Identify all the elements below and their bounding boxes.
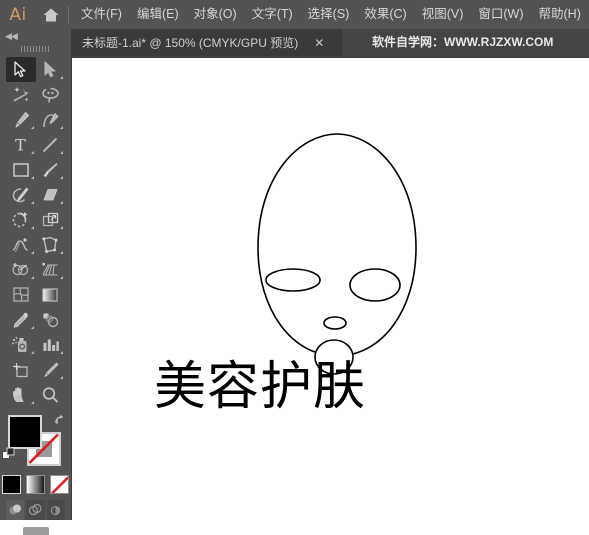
tool-selection[interactable]	[6, 57, 36, 82]
tool-column-graph[interactable]	[36, 332, 66, 357]
drawmode-normal[interactable]	[6, 500, 25, 520]
tool-flyout-indicator	[30, 226, 34, 229]
tool-direct-selection[interactable]	[36, 57, 66, 82]
tool-flyout-indicator	[60, 151, 63, 154]
tool-scale[interactable]	[36, 207, 66, 232]
fillmode-none[interactable]	[50, 475, 69, 494]
menu-effect[interactable]: 效果(C)	[364, 0, 406, 29]
collapse-panel-icon[interactable]: ◀◀	[0, 29, 71, 43]
tool-rectangle[interactable]	[6, 157, 36, 182]
tool-zoom[interactable]	[36, 382, 66, 407]
menu-edit[interactable]: 编辑(E)	[137, 0, 179, 29]
menu-item-list: 文件(F) 编辑(E) 对象(O) 文字(T) 选择(S) 效果(C) 视图(V…	[81, 0, 581, 29]
close-icon[interactable]: ✕	[314, 37, 324, 49]
tool-mesh[interactable]	[6, 282, 36, 307]
tool-gradient[interactable]	[36, 282, 66, 307]
swap-fill-stroke-icon[interactable]	[53, 413, 66, 431]
tool-flyout-indicator	[30, 126, 34, 129]
home-icon[interactable]	[36, 7, 66, 23]
tool-flyout-indicator	[30, 201, 34, 204]
panel-drag-handle[interactable]	[0, 43, 71, 55]
tool-flyout-indicator	[60, 176, 63, 179]
tool-line-segment[interactable]	[36, 132, 66, 157]
tool-flyout-indicator	[30, 276, 34, 279]
tool-rotate[interactable]	[6, 207, 36, 232]
fill-swatch[interactable]	[8, 415, 42, 449]
tool-curvature[interactable]	[36, 107, 66, 132]
tool-flyout-indicator	[60, 76, 63, 79]
left-eye-ellipse	[265, 268, 321, 292]
menu-window[interactable]: 窗口(W)	[478, 0, 523, 29]
fillmode-color[interactable]	[2, 475, 21, 494]
document-tab-bar: 未标题-1.ai* @ 150% (CMYK/GPU 预览) ✕ 软件自学网：W…	[0, 29, 589, 56]
tool-flyout-indicator	[30, 326, 34, 329]
menu-type[interactable]: 文字(T)	[252, 0, 293, 29]
right-eye-ellipse	[349, 268, 401, 302]
tool-perspective-grid[interactable]	[36, 257, 66, 282]
tool-flyout-indicator	[60, 201, 63, 204]
document-tab[interactable]: 未标题-1.ai* @ 150% (CMYK/GPU 预览) ✕	[72, 29, 342, 56]
screen-mode-button[interactable]	[22, 527, 49, 535]
tool-flyout-indicator	[60, 126, 63, 129]
menu-bar: Ai 文件(F) 编辑(E) 对象(O) 文字(T) 选择(S) 效果(C) 视…	[0, 0, 589, 29]
draw-mode-row	[0, 500, 71, 520]
tool-shape-builder[interactable]	[6, 257, 36, 282]
menu-file[interactable]: 文件(F)	[81, 0, 122, 29]
nose-ellipse	[323, 316, 347, 330]
tool-flyout-indicator	[60, 376, 63, 379]
tool-grid: T	[0, 55, 71, 407]
fillmode-gradient[interactable]	[26, 475, 45, 494]
document-canvas[interactable]: 美容护肤	[72, 56, 589, 520]
ai-app-logo: Ai	[9, 4, 27, 25]
menu-view[interactable]: 视图(V)	[422, 0, 464, 29]
tool-lasso[interactable]	[36, 82, 66, 107]
tool-type[interactable]: T	[6, 132, 36, 157]
tool-flyout-indicator	[60, 351, 63, 354]
menu-divider	[68, 5, 69, 24]
tool-shaper[interactable]	[6, 182, 36, 207]
tool-artboard[interactable]	[6, 357, 36, 382]
screen-mode-row	[0, 527, 71, 535]
tool-flyout-indicator	[60, 276, 63, 279]
tool-symbol-sprayer[interactable]	[6, 332, 36, 357]
tool-flyout-indicator	[30, 251, 34, 254]
artwork-caption-text[interactable]: 美容护肤	[154, 356, 589, 418]
tool-slice[interactable]	[36, 357, 66, 382]
tool-flyout-indicator	[30, 351, 34, 354]
menu-help[interactable]: 帮助(H)	[539, 0, 581, 29]
tool-width[interactable]	[6, 232, 36, 257]
default-fill-stroke-icon[interactable]	[2, 447, 17, 467]
site-watermark: 软件自学网：WWW.RJZXW.COM	[372, 35, 554, 49]
tools-panel: ◀◀ T	[0, 29, 72, 535]
drawmode-behind[interactable]	[26, 500, 45, 520]
tool-blend[interactable]	[36, 307, 66, 332]
fill-mode-row	[0, 475, 71, 494]
tool-hand[interactable]	[6, 382, 36, 407]
tool-free-transform[interactable]	[36, 232, 66, 257]
menu-select[interactable]: 选择(S)	[308, 0, 350, 29]
tool-flyout-indicator	[30, 176, 34, 179]
tool-flyout-indicator	[30, 401, 34, 404]
tool-flyout-indicator	[60, 251, 63, 254]
tool-pen[interactable]	[6, 107, 36, 132]
drawmode-inside[interactable]	[46, 500, 65, 520]
tool-magic-wand[interactable]	[6, 82, 36, 107]
tool-flyout-indicator	[30, 151, 34, 154]
tool-eyedropper[interactable]	[6, 307, 36, 332]
tool-flyout-indicator	[60, 226, 63, 229]
face-mask-artwork[interactable]	[72, 56, 589, 520]
tool-paintbrush[interactable]	[36, 157, 66, 182]
svg-text:T: T	[15, 136, 26, 153]
fill-stroke-controls	[0, 411, 71, 473]
document-tab-title: 未标题-1.ai* @ 150% (CMYK/GPU 预览)	[82, 36, 299, 50]
illustrator-window: Ai 文件(F) 编辑(E) 对象(O) 文字(T) 选择(S) 效果(C) 视…	[0, 0, 589, 535]
tool-eraser[interactable]	[36, 182, 66, 207]
menu-object[interactable]: 对象(O)	[194, 0, 237, 29]
